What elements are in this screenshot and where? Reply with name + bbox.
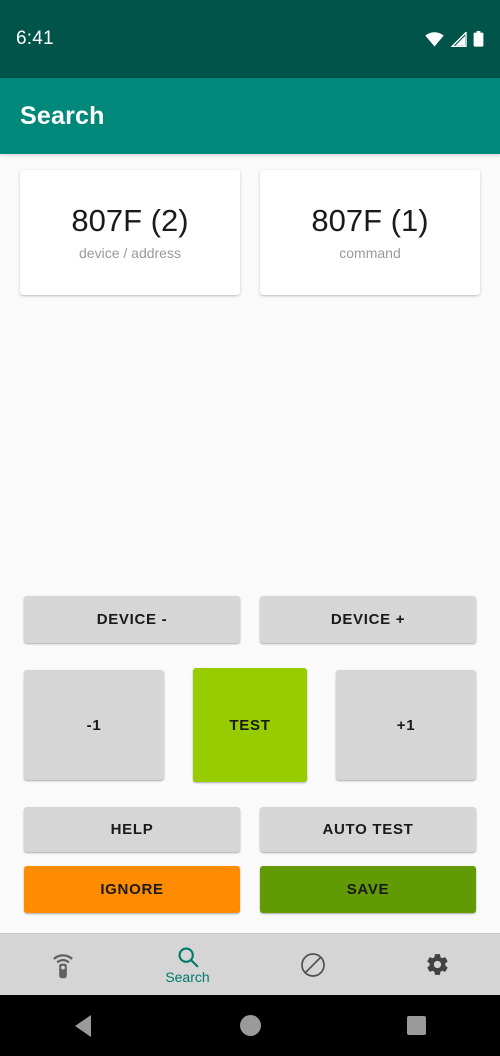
search-icon — [177, 946, 199, 968]
nav-item-settings[interactable] — [375, 934, 500, 995]
block-icon — [300, 952, 326, 978]
nav-item-remote[interactable] — [0, 934, 125, 995]
auto-test-button[interactable]: AUTO TEST — [260, 807, 476, 852]
system-back-button[interactable] — [0, 1014, 167, 1037]
android-system-navigation — [0, 995, 500, 1056]
main-content: 807F (2) device / address 807F (1) comma… — [0, 154, 500, 933]
app-bar: Search — [0, 78, 500, 154]
gear-icon — [425, 952, 450, 977]
info-card-row: 807F (2) device / address 807F (1) comma… — [0, 154, 500, 295]
battery-icon — [473, 31, 484, 47]
device-address-value: 807F (2) — [71, 202, 189, 238]
test-button[interactable]: TEST — [193, 668, 307, 782]
app-screen: 6:41 Search 807F (2) device / address 80… — [0, 0, 500, 1056]
save-button[interactable]: SAVE — [260, 866, 476, 913]
status-bar-icons — [425, 31, 484, 47]
device-minus-button[interactable]: DEVICE - — [24, 596, 240, 643]
device-address-card[interactable]: 807F (2) device / address — [20, 170, 240, 295]
test-button-row: -1 TEST +1 — [24, 668, 476, 782]
ignore-button[interactable]: IGNORE — [24, 866, 240, 913]
nav-item-search-label: Search — [165, 968, 210, 985]
command-label: command — [339, 245, 401, 262]
home-circle-icon — [239, 1015, 261, 1036]
wifi-icon — [425, 31, 444, 47]
system-home-button[interactable] — [167, 1015, 334, 1036]
status-bar: 6:41 — [0, 0, 500, 78]
help-button[interactable]: HELP — [24, 807, 240, 852]
nav-item-search[interactable]: Search — [125, 934, 250, 995]
device-address-label: device / address — [79, 245, 181, 262]
status-clock: 6:41 — [16, 28, 54, 49]
control-button-area: DEVICE - DEVICE + -1 TEST +1 HELP AUTO T… — [0, 596, 500, 913]
back-triangle-icon — [75, 1014, 92, 1037]
help-button-row: HELP AUTO TEST — [24, 807, 476, 852]
remote-control-icon — [50, 950, 76, 980]
system-recents-button[interactable] — [333, 1016, 500, 1035]
content-bottom-padding — [0, 913, 500, 933]
increment-button[interactable]: +1 — [336, 670, 476, 780]
command-card[interactable]: 807F (1) command — [260, 170, 480, 295]
device-plus-button[interactable]: DEVICE + — [260, 596, 476, 643]
cellular-signal-icon — [450, 31, 467, 47]
recents-square-icon — [407, 1016, 427, 1035]
page-title: Search — [20, 101, 105, 130]
bottom-navigation-bar: Search — [0, 933, 500, 995]
nav-item-block[interactable] — [250, 934, 375, 995]
decrement-button[interactable]: -1 — [24, 670, 164, 780]
action-button-row: IGNORE SAVE — [24, 866, 476, 913]
device-button-row: DEVICE - DEVICE + — [24, 596, 476, 643]
command-value: 807F (1) — [311, 202, 429, 238]
